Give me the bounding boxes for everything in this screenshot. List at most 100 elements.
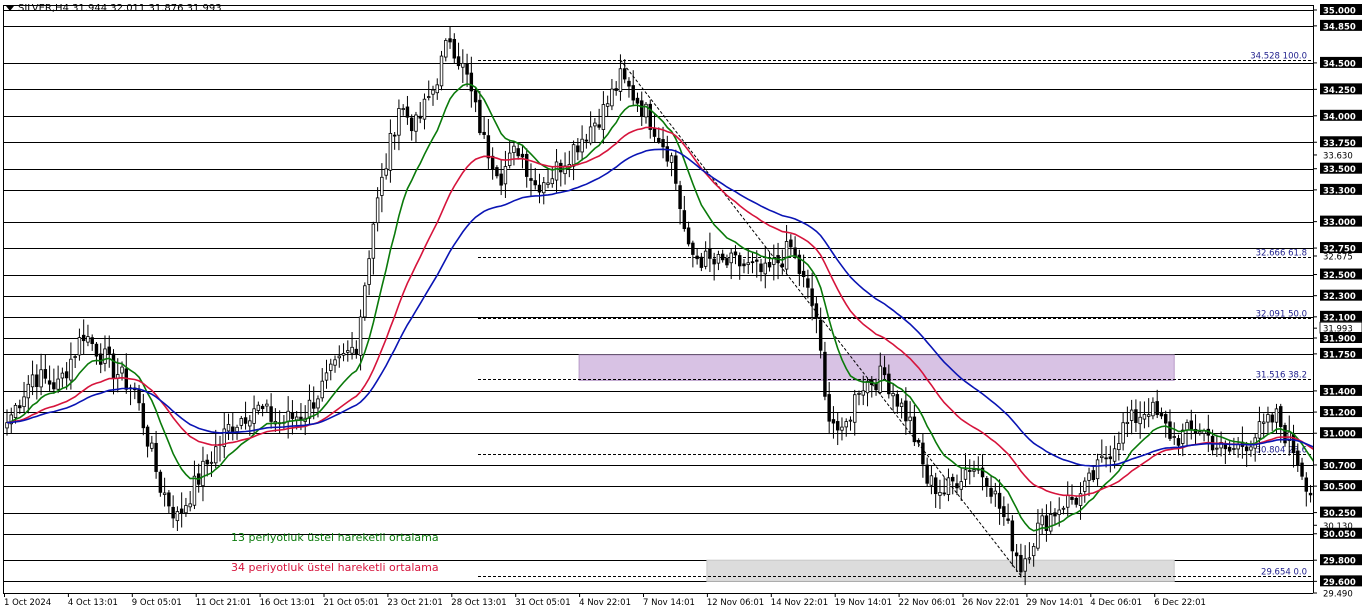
candle-body — [414, 114, 418, 132]
candle-body — [1185, 422, 1189, 431]
candle-body — [354, 348, 359, 355]
candle-body — [201, 460, 205, 487]
candle-body — [358, 316, 363, 356]
candle-body — [1163, 414, 1168, 424]
candle-body — [929, 475, 934, 486]
candle-body — [708, 248, 712, 259]
candle-body — [64, 371, 69, 379]
candle-body — [789, 239, 793, 248]
candle-body — [363, 285, 367, 318]
candle-body — [405, 106, 410, 118]
candle-body — [1308, 492, 1313, 496]
candle-body — [158, 471, 163, 493]
price-tick-label: 35.000 — [1323, 7, 1356, 17]
candle-body — [737, 255, 742, 267]
candle-body — [286, 410, 290, 423]
candle-body — [294, 416, 299, 421]
candle-body — [712, 258, 716, 265]
candle-body — [235, 426, 239, 432]
candle-body — [77, 337, 82, 356]
chart-header: SILVER,H4 31.944 32.011 31.876 31.993 — [6, 3, 222, 14]
candle-body — [657, 137, 661, 143]
candle-body — [678, 185, 682, 210]
candle-body — [610, 88, 614, 107]
price-tick-label: 34.000 — [1323, 112, 1356, 122]
price-tick-label: 34.500 — [1323, 59, 1356, 69]
candle-body — [640, 100, 644, 117]
time-tick-label: 9 Oct 05:01 — [132, 598, 182, 608]
candle-body — [346, 350, 350, 353]
candle-body — [47, 380, 52, 385]
candle-body — [1232, 448, 1236, 450]
candle-body — [482, 131, 486, 135]
candle-body — [938, 492, 942, 496]
candle-body — [1006, 518, 1010, 521]
candle-body — [39, 369, 43, 388]
candle-body — [963, 469, 968, 480]
candle-body — [69, 358, 73, 381]
candle-body — [1249, 446, 1253, 451]
candle-body — [1019, 554, 1023, 573]
zone-support — [706, 559, 1175, 582]
candle-body — [448, 38, 452, 43]
candle-body — [686, 227, 691, 245]
candle-body — [1151, 401, 1155, 417]
price-tick-label: 32.500 — [1323, 271, 1356, 281]
candle-body — [1036, 522, 1040, 549]
candle-body — [248, 420, 252, 427]
candle-body — [933, 477, 938, 495]
candle-body — [912, 416, 917, 443]
candle-body — [265, 403, 269, 407]
time-tick-label: 26 Nov 22:01 — [963, 598, 1020, 608]
price-tick-label: 33.750 — [1323, 139, 1356, 149]
candle-body — [1296, 450, 1300, 466]
candle-body — [456, 56, 461, 67]
candle-body — [614, 88, 618, 91]
candle-body — [669, 155, 674, 163]
candle-body — [205, 459, 209, 465]
candle-body — [946, 477, 951, 495]
ema-13-line — [6, 83, 1362, 532]
candle-body — [750, 261, 755, 264]
candle-body — [1129, 409, 1134, 421]
candle-body — [214, 446, 218, 464]
price-tick-label: 31.900 — [1323, 335, 1356, 345]
candle-body — [81, 334, 86, 342]
candle-body — [1223, 444, 1228, 450]
candle-body — [150, 442, 154, 449]
candle-body — [1146, 414, 1151, 417]
candle-body — [333, 359, 337, 366]
candle-body — [1040, 515, 1044, 526]
candle-body — [848, 419, 853, 422]
candle-body — [729, 252, 733, 264]
candle-body — [1083, 480, 1087, 492]
candle-body — [478, 99, 482, 134]
candle-body — [175, 511, 180, 522]
candle-body — [1053, 512, 1057, 517]
candle-body — [1270, 414, 1274, 423]
candle-body — [290, 412, 295, 419]
time-tick-label: 22 Nov 06:01 — [899, 598, 956, 608]
candle-body — [537, 184, 542, 193]
dropdown-triangle-icon[interactable] — [6, 5, 14, 11]
candle-body — [107, 346, 111, 354]
candle-body — [179, 508, 184, 514]
candle-body — [316, 398, 320, 409]
candle-body — [1266, 414, 1270, 423]
candle-body — [43, 369, 48, 379]
candle-body — [576, 145, 580, 153]
candle-body — [1304, 477, 1309, 492]
candle-body — [823, 351, 827, 397]
candle-body — [878, 365, 883, 393]
candle-body — [720, 253, 725, 261]
candle-body — [652, 128, 657, 137]
candle-body — [993, 490, 998, 495]
candle-body — [465, 63, 469, 75]
candle-body — [1031, 545, 1036, 557]
candle-body — [516, 148, 520, 157]
candle-body — [520, 153, 525, 158]
candle-body — [499, 173, 503, 186]
candle-body — [955, 483, 959, 489]
candle-body — [86, 336, 90, 343]
candle-body — [350, 346, 354, 354]
